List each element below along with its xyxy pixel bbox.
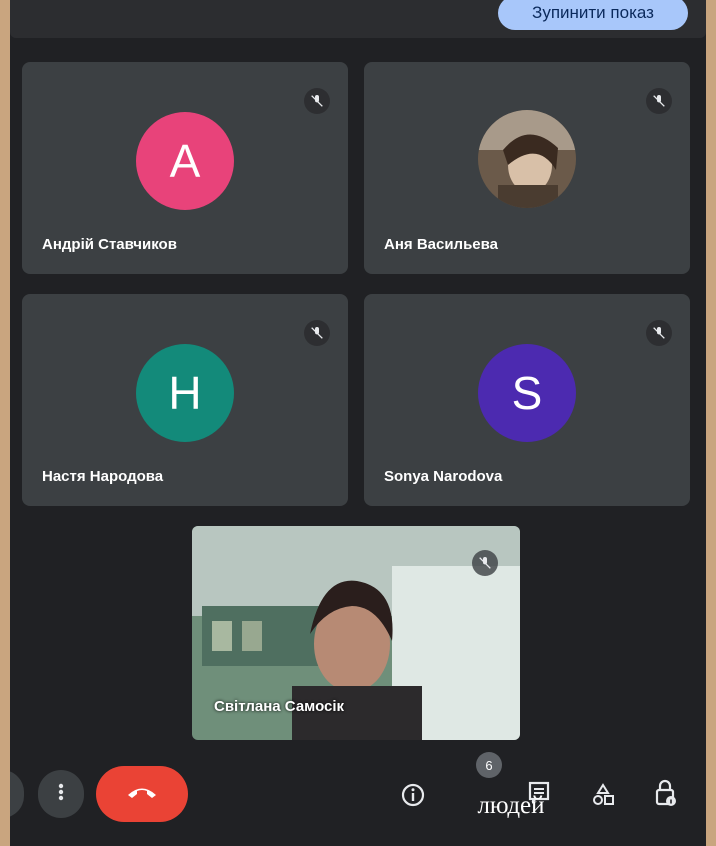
control-button-partial[interactable] <box>10 770 24 818</box>
avatar-photo <box>478 110 576 208</box>
participant-name: Світлана Самосік <box>214 698 345 715</box>
presentation-bar: Зупинити показ <box>10 0 706 38</box>
host-controls-button[interactable] <box>648 778 682 814</box>
participant-tile[interactable]: H Настя Народова <box>22 294 348 506</box>
mic-off-icon <box>304 320 330 346</box>
activities-button[interactable] <box>586 780 620 814</box>
participant-video-tile[interactable]: Світлана Самосік <box>192 526 520 740</box>
meeting-details-button[interactable] <box>396 780 430 814</box>
more-options-button[interactable] <box>38 770 84 818</box>
participant-name: Аня Васильева <box>384 236 499 253</box>
participant-name: Андрій Ставчиков <box>42 236 177 253</box>
meeting-window: Зупинити показ A Андрій Ставчиков Аня Ва… <box>10 0 706 846</box>
call-end-icon <box>126 784 158 805</box>
participant-tile[interactable]: A Андрій Ставчиков <box>22 62 348 274</box>
host-controls-icon <box>652 779 678 814</box>
participant-name: Настя Народова <box>42 468 164 485</box>
mic-off-icon <box>646 88 672 114</box>
info-icon <box>400 782 426 813</box>
more-vert-icon <box>53 782 69 807</box>
activities-icon <box>590 782 616 813</box>
mic-off-icon <box>472 550 498 576</box>
end-call-button[interactable] <box>96 766 188 822</box>
mic-off-icon <box>304 88 330 114</box>
avatar: S <box>478 344 576 442</box>
avatar: A <box>136 112 234 210</box>
participant-tile[interactable]: S Sonya Narodova <box>364 294 690 506</box>
mic-off-icon <box>646 320 672 346</box>
participant-tile[interactable]: Аня Васильева <box>364 62 690 274</box>
people-count-badge: 6 <box>476 752 502 778</box>
participant-name: Sonya Narodova <box>384 468 503 485</box>
people-label[interactable]: людей <box>456 786 566 826</box>
avatar: H <box>136 344 234 442</box>
stop-presenting-button[interactable]: Зупинити показ <box>498 0 688 30</box>
